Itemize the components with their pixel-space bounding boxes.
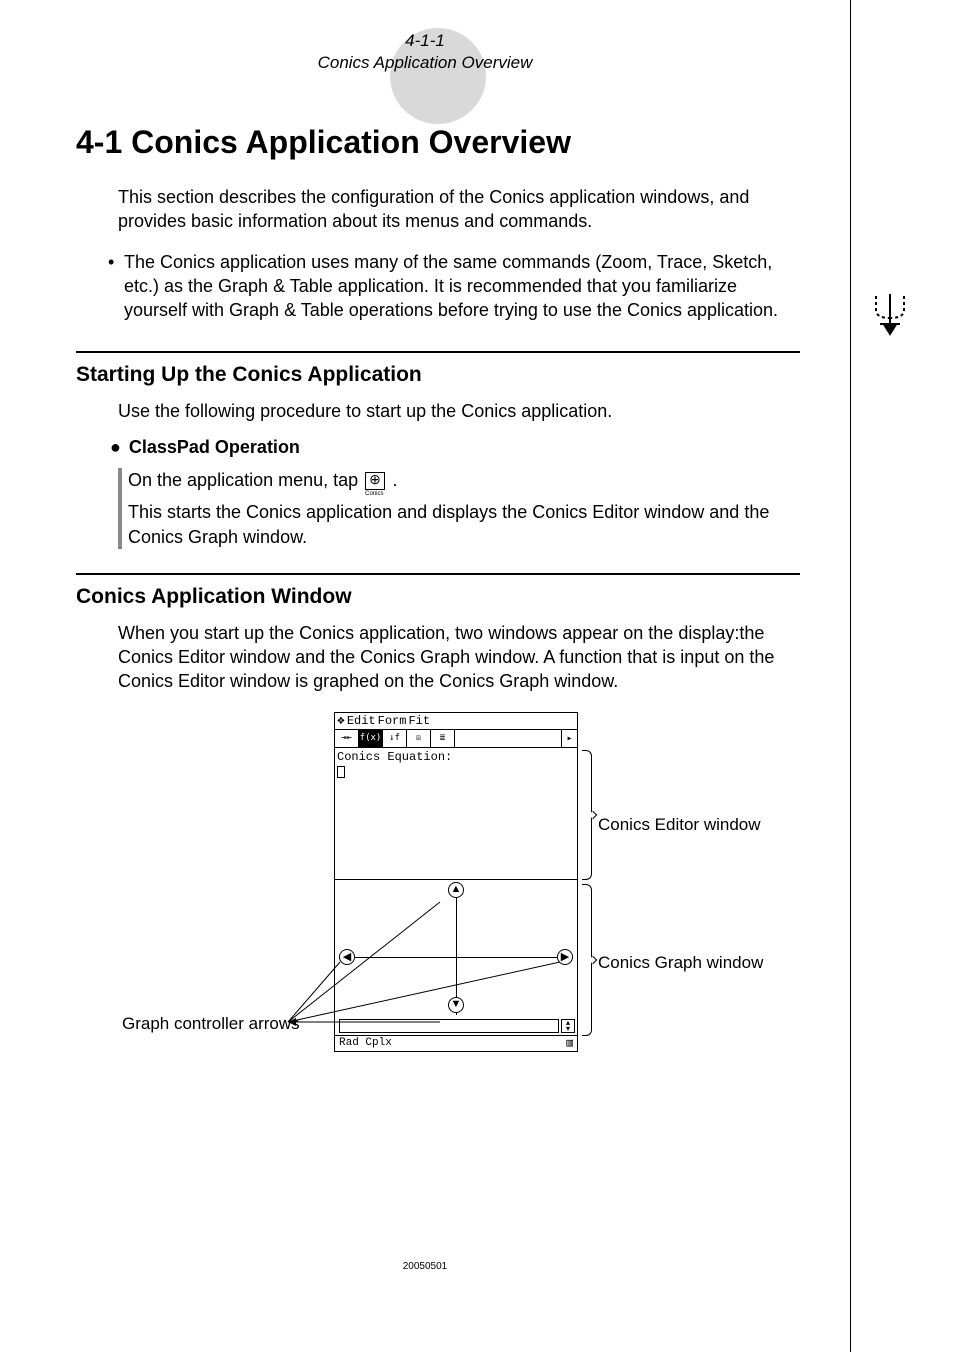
procedure-line-1: On the application menu, tap Conics .	[128, 468, 790, 492]
device-toolbar: ⇥⇤ f(x) ↓f ☒ ≣ ▸	[334, 730, 578, 748]
bullet-note: The Conics application uses many of the …	[108, 250, 790, 323]
running-header: 4-1-1 Conics Application Overview	[0, 30, 850, 74]
procedure-line-1-end: .	[393, 470, 398, 490]
footer-code: 20050501	[0, 1261, 850, 1272]
toolbar-icon-5: ≣	[431, 730, 455, 747]
section-heading-startup: Starting Up the Conics Application	[76, 363, 850, 387]
callout-controller: Graph controller arrows	[122, 1014, 300, 1034]
section-heading-window: Conics Application Window	[76, 585, 850, 609]
intro-paragraph: This section describes the configuration…	[118, 185, 790, 234]
y-axis	[456, 884, 457, 1015]
page-ref: 4-1-1	[0, 30, 850, 52]
startup-paragraph: Use the following procedure to start up …	[118, 399, 790, 423]
toolbar-icon-2: f(x)	[359, 730, 383, 747]
section-divider	[76, 573, 800, 575]
bullet-icon: ●	[110, 437, 121, 457]
graph-arrow-left: ◀	[339, 949, 355, 965]
conics-app-icon-label: Conics	[365, 490, 383, 498]
graph-scroll-buttons: ▴▾	[561, 1019, 575, 1033]
graph-arrow-down: ▼	[448, 997, 464, 1013]
page-title: 4-1 Conics Application Overview	[76, 124, 850, 161]
conics-editor-pane: Conics Equation:	[334, 748, 578, 880]
editor-title: Conics Equation:	[337, 750, 575, 764]
page-right-rule	[850, 0, 851, 1352]
graph-arrow-right: ▶	[557, 949, 573, 965]
page-subtitle: Conics Application Overview	[0, 52, 850, 74]
text-cursor-icon	[337, 766, 345, 778]
toolbar-more-icon: ▸	[561, 730, 577, 747]
menu-item-edit: Edit	[347, 714, 376, 728]
status-mode: Rad Cplx	[339, 1037, 392, 1049]
callout-graph: Conics Graph window	[598, 953, 763, 973]
device-statusbar: Rad Cplx ▥	[334, 1036, 578, 1052]
graph-arrow-up: ▲	[448, 882, 464, 898]
brace-editor	[582, 750, 592, 880]
classpad-operation-label: ClassPad Operation	[129, 437, 300, 457]
callout-editor: Conics Editor window	[598, 815, 761, 835]
toolbar-icon-4: ☒	[407, 730, 431, 747]
procedure-line-2: This starts the Conics application and d…	[128, 500, 790, 549]
device-menubar: ❖ Edit Form Fit	[334, 712, 578, 730]
battery-icon: ▥	[566, 1036, 573, 1050]
margin-ornament-icon	[870, 290, 910, 338]
figure: ❖ Edit Form Fit ⇥⇤ f(x) ↓f ☒ ≣ ▸ Conics …	[0, 712, 850, 1082]
procedure-line-1-text: On the application menu, tap	[128, 470, 363, 490]
conics-app-icon	[365, 472, 385, 490]
procedure-block: On the application menu, tap Conics . Th…	[128, 468, 790, 549]
menu-dropdown-icon: ❖	[337, 713, 345, 728]
menu-item-fit: Fit	[408, 714, 430, 728]
classpad-operation-heading: ● ClassPad Operation	[110, 437, 850, 458]
brace-graph	[582, 884, 592, 1036]
device-screenshot: ❖ Edit Form Fit ⇥⇤ f(x) ↓f ☒ ≣ ▸ Conics …	[334, 712, 578, 1072]
toolbar-icon-3: ↓f	[383, 730, 407, 747]
toolbar-icon-1: ⇥⇤	[335, 730, 359, 747]
conics-graph-pane: ▲ ▼ ◀ ▶ ▴▾	[334, 880, 578, 1036]
graph-scrollbar	[339, 1019, 559, 1033]
page: 4-1-1 Conics Application Overview 4-1 Co…	[0, 0, 850, 1352]
menu-item-form: Form	[378, 714, 407, 728]
window-paragraph: When you start up the Conics application…	[118, 621, 790, 694]
section-divider	[76, 351, 800, 353]
